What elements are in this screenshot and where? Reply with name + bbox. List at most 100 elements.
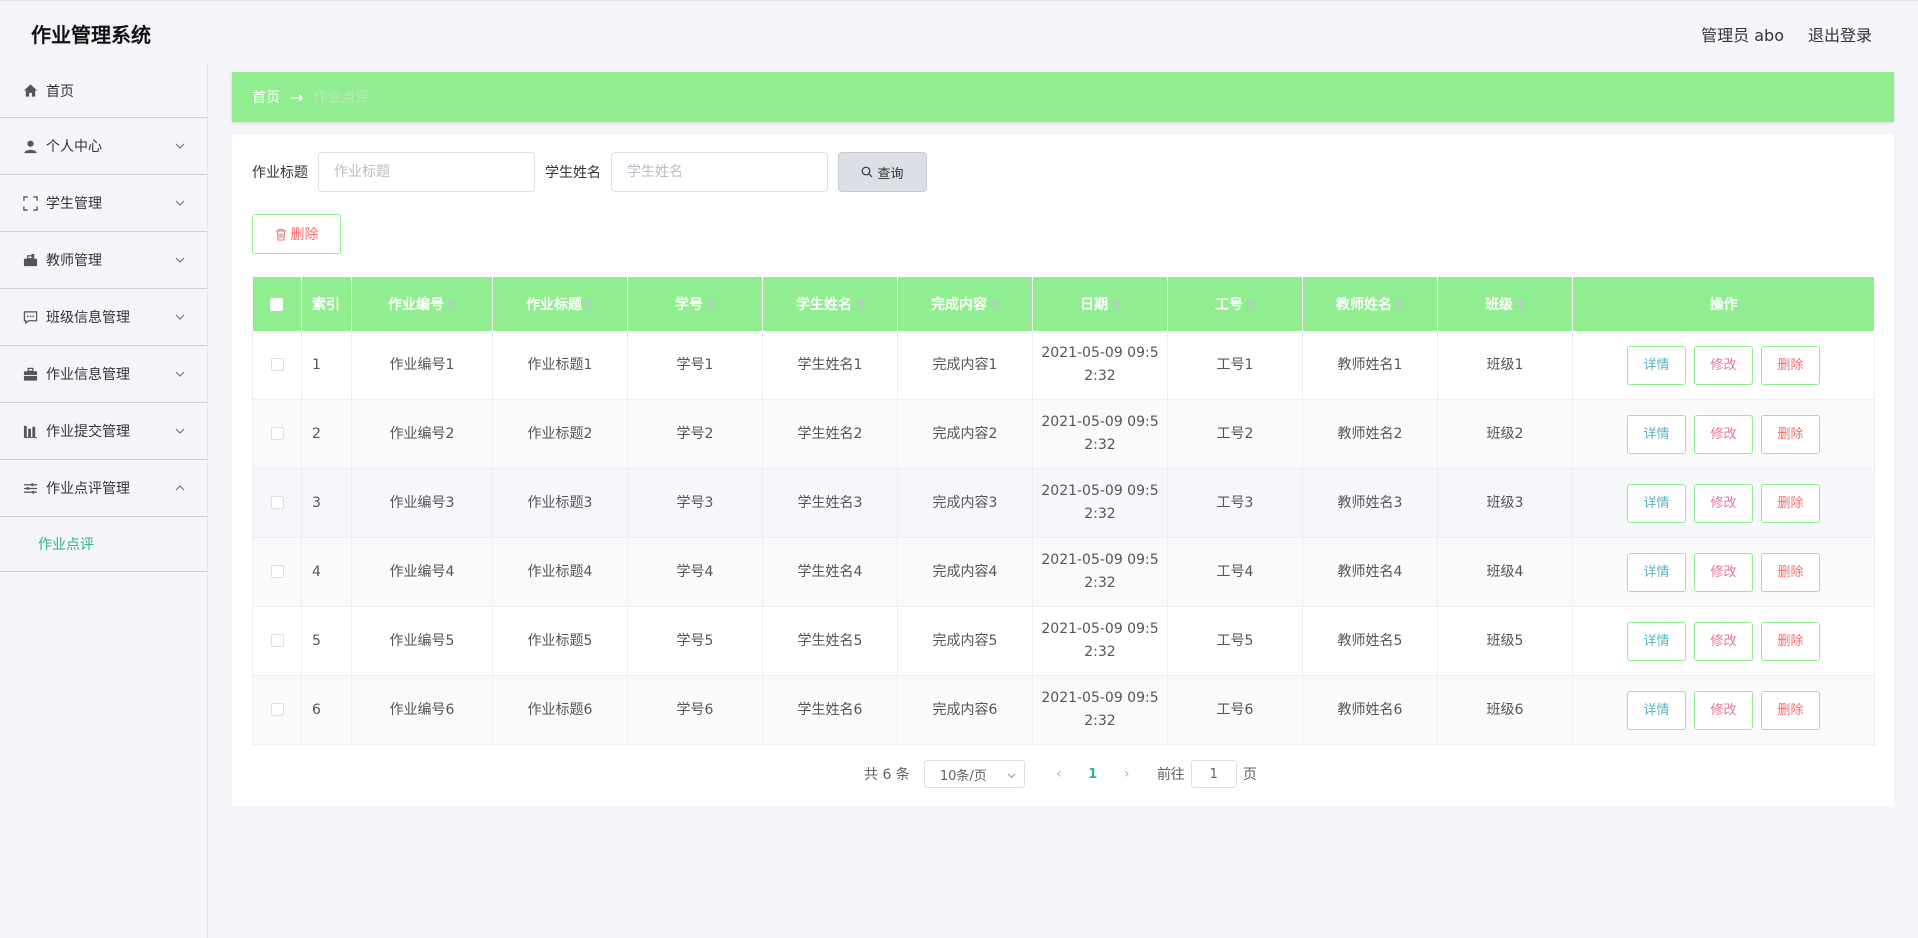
column-header[interactable]: 作业标题	[492, 277, 628, 331]
sname-cell: 学生姓名1	[762, 331, 898, 400]
column-header[interactable]: 学号	[627, 277, 763, 331]
select-all-checkbox[interactable]	[270, 297, 284, 311]
column-header[interactable]: 教师姓名	[1302, 277, 1438, 331]
detail-button[interactable]: 详情	[1627, 621, 1686, 661]
title-cell: 作业标题6	[492, 675, 628, 745]
row-select-cell	[252, 331, 302, 400]
index-cell: 3	[301, 468, 352, 538]
sort-icon[interactable]	[991, 299, 999, 311]
edit-button[interactable]: 修改	[1694, 483, 1753, 523]
sort-icon[interactable]	[707, 299, 715, 311]
edit-button[interactable]: 修改	[1694, 690, 1753, 730]
sidebar-item-homework-review[interactable]: 作业点评管理	[0, 460, 207, 517]
row-checkbox[interactable]	[270, 634, 284, 647]
column-header-label: 教师姓名	[1336, 297, 1392, 313]
sidebar-item-homework-submission[interactable]: 作业提交管理	[0, 403, 207, 460]
edit-button[interactable]: 修改	[1694, 552, 1753, 592]
sort-icon[interactable]	[1396, 299, 1404, 311]
actions-cell: 详情 修改 删除	[1572, 675, 1875, 745]
edit-button[interactable]: 修改	[1694, 414, 1753, 454]
column-header[interactable]: 学生姓名	[762, 277, 898, 331]
sid-cell: 学号6	[627, 675, 763, 745]
query-button[interactable]: 查询	[838, 152, 927, 192]
chevron-up-icon	[175, 485, 185, 491]
breadcrumb-separator: →	[290, 87, 304, 107]
sidebar-item-home[interactable]: 首页	[0, 64, 207, 118]
column-header: 索引	[301, 277, 352, 331]
title-search-input[interactable]	[318, 152, 535, 192]
tname-cell: 教师姓名5	[1302, 606, 1438, 676]
column-header[interactable]: 完成内容	[897, 277, 1033, 331]
sort-icon[interactable]	[1247, 299, 1255, 311]
detail-button[interactable]: 详情	[1627, 552, 1686, 592]
breadcrumb-home[interactable]: 首页	[252, 87, 280, 107]
edit-button[interactable]: 修改	[1694, 345, 1753, 385]
detail-button[interactable]: 详情	[1627, 345, 1686, 385]
sort-icon[interactable]	[1517, 299, 1525, 311]
delete-button[interactable]: 删除	[1761, 345, 1820, 385]
cls-cell: 班级2	[1437, 399, 1573, 469]
sid-cell: 学号3	[627, 468, 763, 538]
date-cell: 2021-05-09 09:52:32	[1032, 675, 1168, 745]
sidebar-item-teacher-management[interactable]: 教师管理	[0, 232, 207, 289]
trash-icon	[275, 228, 286, 241]
content-cell: 完成内容3	[897, 468, 1033, 538]
sidebar-item-label: 个人中心	[46, 139, 102, 155]
title-cell: 作业标题4	[492, 537, 628, 607]
edit-button[interactable]: 修改	[1694, 621, 1753, 661]
column-header-label: 完成内容	[931, 297, 987, 313]
date-cell: 2021-05-09 09:52:32	[1032, 399, 1168, 469]
tid-cell: 工号5	[1167, 606, 1303, 676]
row-checkbox[interactable]	[270, 427, 284, 440]
sort-icon[interactable]	[448, 299, 456, 311]
detail-button[interactable]: 详情	[1627, 483, 1686, 523]
sidebar-item-personal-center[interactable]: 个人中心	[0, 118, 207, 175]
next-page-button[interactable]: ›	[1113, 766, 1141, 782]
table-header-row: 索引 作业编号 作业标题 学号 学生姓名 完成内容 日期 工号 教师姓名 班级 …	[252, 277, 1875, 331]
sort-icon[interactable]	[1112, 299, 1120, 311]
column-header[interactable]: 工号	[1167, 277, 1303, 331]
delete-button[interactable]: 删除	[1761, 621, 1820, 661]
sidebar-item-label: 班级信息管理	[46, 310, 130, 326]
page-number[interactable]: 1	[1073, 767, 1113, 782]
sidebar-item-homework-info[interactable]: 作业信息管理	[0, 346, 207, 403]
logout-button[interactable]: 退出登录	[1808, 22, 1872, 46]
detail-button[interactable]: 详情	[1627, 690, 1686, 730]
sidebar-item-student-management[interactable]: 学生管理	[0, 175, 207, 232]
home-icon	[22, 83, 38, 99]
row-checkbox[interactable]	[270, 358, 284, 371]
sort-icon[interactable]	[856, 299, 864, 311]
sidebar-subitem-homework-review[interactable]: 作业点评	[0, 517, 207, 572]
goto-page-input[interactable]	[1190, 760, 1237, 788]
detail-button[interactable]: 详情	[1627, 414, 1686, 454]
date-cell: 2021-05-09 09:52:32	[1032, 606, 1168, 676]
delete-button[interactable]: 删除	[1761, 414, 1820, 454]
tname-cell: 教师姓名3	[1302, 468, 1438, 538]
app-title: 作业管理系统	[31, 23, 151, 47]
sname-cell: 学生姓名2	[762, 399, 898, 469]
sort-icon[interactable]	[586, 299, 594, 311]
row-checkbox[interactable]	[270, 703, 284, 716]
sidebar-item-class-info[interactable]: 班级信息管理	[0, 289, 207, 346]
user-icon	[22, 138, 38, 154]
pagination-total: 共 6 条	[864, 767, 910, 783]
column-header-label: 班级	[1485, 297, 1513, 313]
batch-delete-button[interactable]: 删除	[252, 214, 341, 254]
search-form: 作业标题 学生姓名 查询	[252, 152, 927, 192]
column-header-label: 作业编号	[388, 297, 444, 313]
delete-button[interactable]: 删除	[1761, 552, 1820, 592]
page-size-select[interactable]: 10条/页	[923, 760, 1025, 788]
tname-cell: 教师姓名4	[1302, 537, 1438, 607]
column-header[interactable]: 班级	[1437, 277, 1573, 331]
row-checkbox[interactable]	[270, 565, 284, 578]
delete-button[interactable]: 删除	[1761, 483, 1820, 523]
delete-button[interactable]: 删除	[1761, 690, 1820, 730]
prev-page-button[interactable]: ‹	[1045, 766, 1073, 782]
bar-chart-icon	[22, 423, 38, 439]
column-header-label: 日期	[1080, 297, 1108, 313]
row-checkbox[interactable]	[270, 496, 284, 509]
column-header[interactable]: 作业编号	[351, 277, 493, 331]
sidebar-item-label: 学生管理	[46, 196, 102, 212]
name-search-input[interactable]	[611, 152, 828, 192]
column-header[interactable]: 日期	[1032, 277, 1168, 331]
